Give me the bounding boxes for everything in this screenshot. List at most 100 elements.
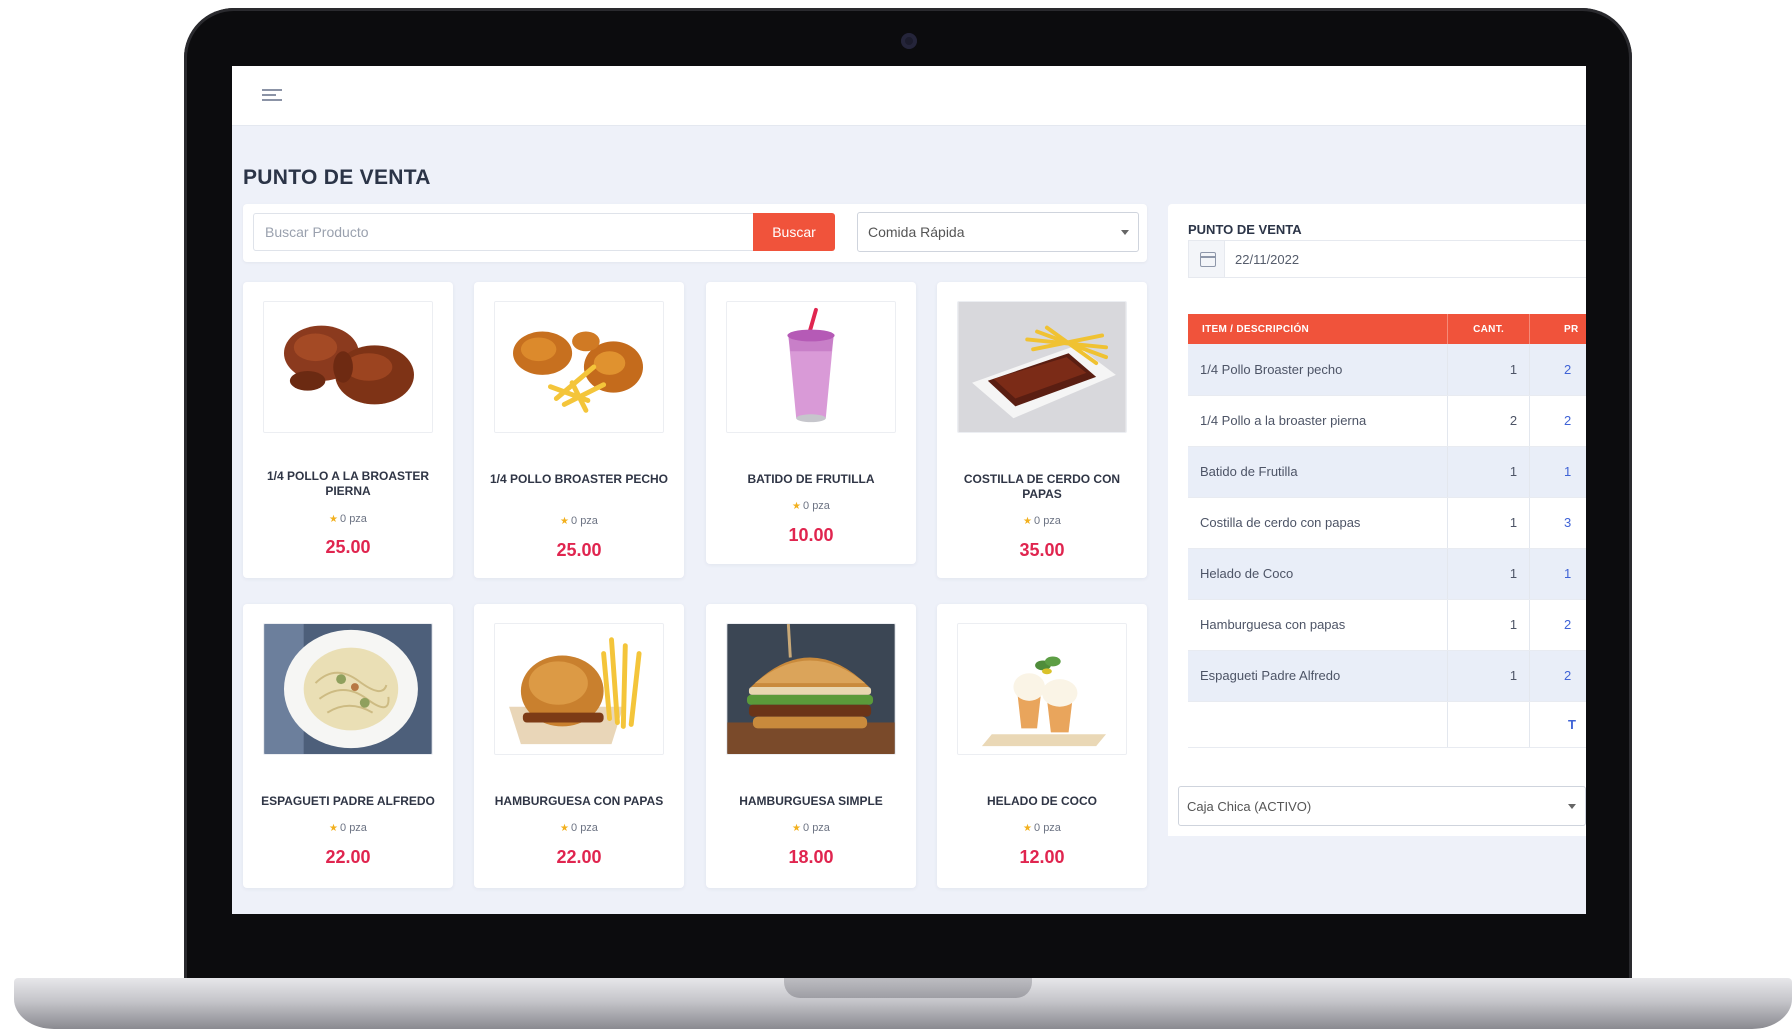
page-title: PUNTO DE VENTA bbox=[243, 166, 431, 189]
product-card[interactable]: HAMBURGUESA SIMPLE ★ 0 pza 18.00 bbox=[706, 604, 916, 888]
item-quantity: 1 bbox=[1447, 446, 1531, 498]
table-row[interactable]: Helado de Coco 1 1 bbox=[1188, 548, 1586, 600]
app-screen: PUNTO DE VENTA Buscar Comida Rápida bbox=[232, 66, 1586, 914]
star-icon: ★ bbox=[792, 501, 802, 512]
item-price: 2 bbox=[1529, 344, 1586, 396]
column-header-price: PR bbox=[1529, 314, 1586, 344]
hamburger-icon[interactable] bbox=[262, 89, 282, 103]
product-card[interactable]: BATIDO DE FRUTILLA ★ 0 pza 10.00 bbox=[706, 282, 916, 564]
spaghetti-alfredo-image bbox=[263, 623, 433, 755]
item-price: 2 bbox=[1529, 395, 1586, 447]
product-card[interactable]: HELADO DE COCO ★ 0 pza 12.00 bbox=[937, 604, 1147, 888]
caret-down-icon bbox=[1568, 804, 1576, 809]
star-icon: ★ bbox=[560, 516, 570, 527]
product-card[interactable]: 1/4 POLLO BROASTER PECHO ★ 0 pza 25.00 bbox=[474, 282, 684, 578]
product-name: COSTILLA DE CERDO CON PAPAS bbox=[963, 472, 1121, 501]
sale-panel: PUNTO DE VENTA 22/11/2022 ITEM / DESCRIP… bbox=[1168, 204, 1586, 804]
product-name: 1/4 POLLO A LA BROASTER PIERNA bbox=[266, 469, 429, 498]
item-quantity: 1 bbox=[1447, 344, 1531, 396]
table-row[interactable]: Espagueti Padre Alfredo 1 2 bbox=[1188, 650, 1586, 702]
item-description: 1/4 Pollo a la broaster pierna bbox=[1188, 395, 1449, 447]
item-price: 2 bbox=[1529, 599, 1586, 651]
product-price: 10.00 bbox=[788, 525, 834, 545]
calendar-icon bbox=[1189, 241, 1225, 277]
product-price: 22.00 bbox=[556, 847, 602, 867]
date-field[interactable]: 22/11/2022 bbox=[1188, 240, 1586, 278]
item-price: 1 bbox=[1529, 446, 1586, 498]
table-row[interactable]: Batido de Frutilla 1 1 bbox=[1188, 446, 1586, 498]
item-description: Costilla de cerdo con papas bbox=[1188, 497, 1449, 549]
cart-table: ITEM / DESCRIPCIÓN CANT. PR 1/4 Pollo Br… bbox=[1188, 314, 1586, 748]
item-description: Hamburguesa con papas bbox=[1188, 599, 1449, 651]
star-icon: ★ bbox=[1023, 516, 1033, 527]
product-name: HAMBURGUESA CON PAPAS bbox=[494, 794, 664, 808]
search-input[interactable] bbox=[253, 213, 753, 251]
star-icon: ★ bbox=[560, 823, 570, 834]
item-quantity: 1 bbox=[1447, 650, 1531, 702]
item-description: Espagueti Padre Alfredo bbox=[1188, 650, 1449, 702]
fried-chicken-leg-image bbox=[263, 301, 433, 433]
cashbox-bar: Caja Chica (ACTIVO) bbox=[1168, 778, 1586, 836]
burger-fries-image bbox=[494, 623, 664, 755]
product-price: 18.00 bbox=[788, 847, 834, 867]
column-header-quantity: CANT. bbox=[1447, 314, 1531, 344]
fried-chicken-fries-image bbox=[494, 301, 664, 433]
product-card[interactable]: ESPAGUETI PADRE ALFREDO ★ 0 pza 22.00 bbox=[243, 604, 453, 888]
laptop-notch bbox=[784, 978, 1032, 998]
item-price: 1 bbox=[1529, 548, 1586, 600]
star-icon: ★ bbox=[1023, 823, 1033, 834]
pork-ribs-fries-image bbox=[957, 301, 1127, 433]
star-icon: ★ bbox=[329, 514, 339, 525]
caret-down-icon bbox=[1121, 230, 1129, 235]
product-price: 25.00 bbox=[325, 537, 371, 557]
panel-heading: PUNTO DE VENTA bbox=[1188, 222, 1302, 237]
cashbox-select[interactable]: Caja Chica (ACTIVO) bbox=[1178, 786, 1586, 826]
item-description: Helado de Coco bbox=[1188, 548, 1449, 600]
table-row[interactable]: Costilla de cerdo con papas 1 3 bbox=[1188, 497, 1586, 549]
camera-icon bbox=[901, 33, 917, 49]
category-select[interactable]: Comida Rápida bbox=[857, 212, 1139, 252]
search-button[interactable]: Buscar bbox=[753, 213, 835, 251]
product-grid: 1/4 POLLO A LA BROASTER PIERNA ★ 0 pza 25… bbox=[243, 282, 1159, 902]
table-row[interactable]: Hamburguesa con papas 1 2 bbox=[1188, 599, 1586, 651]
product-price: 12.00 bbox=[1019, 847, 1065, 867]
product-name: HAMBURGUESA SIMPLE bbox=[739, 794, 883, 808]
product-stock: ★ 0 pza bbox=[329, 822, 367, 834]
item-quantity: 1 bbox=[1447, 599, 1531, 651]
column-header-description: ITEM / DESCRIPCIÓN bbox=[1188, 314, 1449, 344]
item-price: 3 bbox=[1529, 497, 1586, 549]
product-name: HELADO DE COCO bbox=[986, 794, 1097, 808]
star-icon: ★ bbox=[329, 823, 339, 834]
product-stock: ★ 0 pza bbox=[560, 822, 598, 834]
product-stock: ★ 0 pza bbox=[792, 822, 830, 834]
item-quantity: 1 bbox=[1447, 497, 1531, 549]
product-stock: ★ 0 pza bbox=[1023, 822, 1061, 834]
star-icon: ★ bbox=[792, 823, 802, 834]
item-quantity: 1 bbox=[1447, 548, 1531, 600]
total-label: T bbox=[1529, 701, 1586, 748]
product-stock: ★ 0 pza bbox=[329, 513, 367, 525]
burger-image bbox=[726, 623, 896, 755]
product-stock: ★ 0 pza bbox=[792, 500, 830, 512]
table-row[interactable]: 1/4 Pollo Broaster pecho 1 2 bbox=[1188, 344, 1586, 396]
item-description: 1/4 Pollo Broaster pecho bbox=[1188, 344, 1449, 396]
cashbox-select-value: Caja Chica (ACTIVO) bbox=[1187, 799, 1312, 814]
product-stock: ★ 0 pza bbox=[560, 515, 598, 527]
product-card[interactable]: 1/4 POLLO A LA BROASTER PIERNA ★ 0 pza 25… bbox=[243, 282, 453, 578]
product-card[interactable]: COSTILLA DE CERDO CON PAPAS ★ 0 pza 35.00 bbox=[937, 282, 1147, 578]
product-name: 1/4 POLLO BROASTER PECHO bbox=[489, 472, 669, 486]
category-select-value: Comida Rápida bbox=[868, 224, 965, 240]
product-price: 22.00 bbox=[325, 847, 371, 867]
date-value: 22/11/2022 bbox=[1235, 252, 1300, 267]
product-stock: ★ 0 pza bbox=[1023, 515, 1061, 527]
product-card[interactable]: HAMBURGUESA CON PAPAS ★ 0 pza 22.00 bbox=[474, 604, 684, 888]
product-price: 35.00 bbox=[1019, 540, 1065, 560]
top-bar bbox=[232, 66, 1586, 126]
product-name: BATIDO DE FRUTILLA bbox=[747, 472, 875, 486]
total-row: T bbox=[1188, 701, 1586, 748]
product-price: 25.00 bbox=[556, 540, 602, 560]
strawberry-shake-image bbox=[726, 301, 896, 433]
table-row[interactable]: 1/4 Pollo a la broaster pierna 2 2 bbox=[1188, 395, 1586, 447]
item-description: Batido de Frutilla bbox=[1188, 446, 1449, 498]
item-price: 2 bbox=[1529, 650, 1586, 702]
